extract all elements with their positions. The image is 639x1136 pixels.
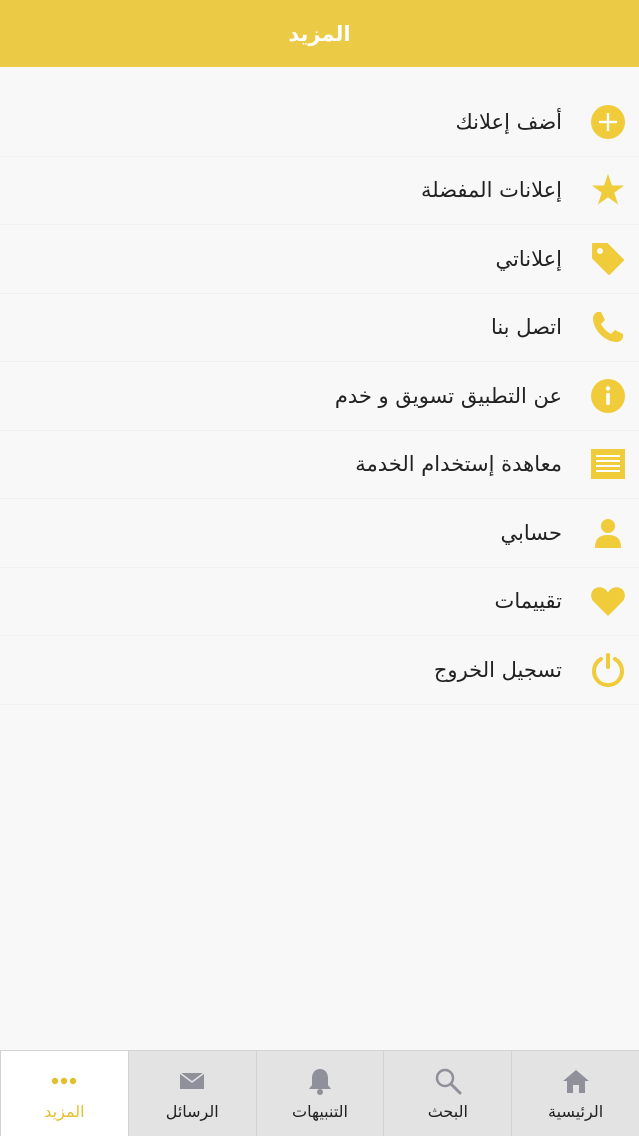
tab-label: التنبيهات: [292, 1102, 348, 1121]
tab-notifications[interactable]: التنبيهات: [255, 1051, 384, 1136]
tab-messages[interactable]: الرسائل: [127, 1051, 256, 1136]
menu-item-label: حسابي: [500, 520, 562, 545]
menu-item-label: تقييمات: [494, 589, 562, 614]
more-menu: أضف إعلانك إعلانات المفضلة إعلاناتي اتصل…: [0, 88, 639, 705]
tab-label: الرسائل: [165, 1102, 219, 1121]
phone-icon: [588, 307, 628, 347]
menu-item-ratings[interactable]: تقييمات: [0, 568, 639, 636]
menu-item-label: عن التطبيق تسويق و خدم: [334, 383, 562, 408]
menu-item-my-account[interactable]: حسابي: [0, 499, 639, 568]
menu-item-my-ads[interactable]: إعلاناتي: [0, 225, 639, 294]
heart-icon: [588, 581, 628, 621]
tab-label: المزيد: [44, 1102, 85, 1121]
bottom-tab-bar: الرئيسية البحث التنبيهات الرسائل المزيد: [0, 1050, 639, 1136]
menu-item-label: معاهدة إستخدام الخدمة: [355, 452, 562, 477]
power-icon: [588, 650, 628, 690]
tag-icon: [588, 239, 628, 279]
menu-item-terms-of-service[interactable]: معاهدة إستخدام الخدمة: [0, 431, 639, 499]
menu-item-label: إعلاناتي: [495, 246, 563, 271]
user-icon: [588, 513, 628, 553]
search-icon: [434, 1066, 462, 1096]
bell-icon: [307, 1066, 333, 1096]
star-icon: [588, 170, 628, 210]
page-title: المزيد: [288, 21, 351, 46]
tab-label: البحث: [427, 1102, 468, 1121]
plus-circle-icon: [588, 102, 628, 142]
top-bar: المزيد: [0, 0, 639, 67]
menu-item-contact-us[interactable]: اتصل بنا: [0, 294, 639, 362]
home-icon: [562, 1066, 590, 1096]
tab-more[interactable]: المزيد: [0, 1051, 128, 1136]
tab-label: الرئيسية: [548, 1102, 604, 1121]
menu-item-add-ad[interactable]: أضف إعلانك: [0, 88, 639, 157]
tab-search[interactable]: البحث: [383, 1051, 511, 1136]
menu-item-label: اتصل بنا: [490, 315, 562, 340]
menu-item-favorite-ads[interactable]: إعلانات المفضلة: [0, 157, 639, 225]
menu-item-label: تسجيل الخروج: [433, 657, 562, 682]
info-icon: [588, 376, 628, 416]
menu-item-label: إعلانات المفضلة: [420, 178, 562, 203]
menu-item-label: أضف إعلانك: [455, 109, 562, 134]
envelope-icon: [179, 1066, 205, 1096]
document-icon: [588, 444, 628, 484]
more-dots-icon: [50, 1066, 78, 1096]
menu-item-about-app[interactable]: عن التطبيق تسويق و خدم: [0, 362, 639, 431]
tab-home[interactable]: الرئيسية: [511, 1051, 639, 1136]
menu-item-logout[interactable]: تسجيل الخروج: [0, 636, 639, 705]
